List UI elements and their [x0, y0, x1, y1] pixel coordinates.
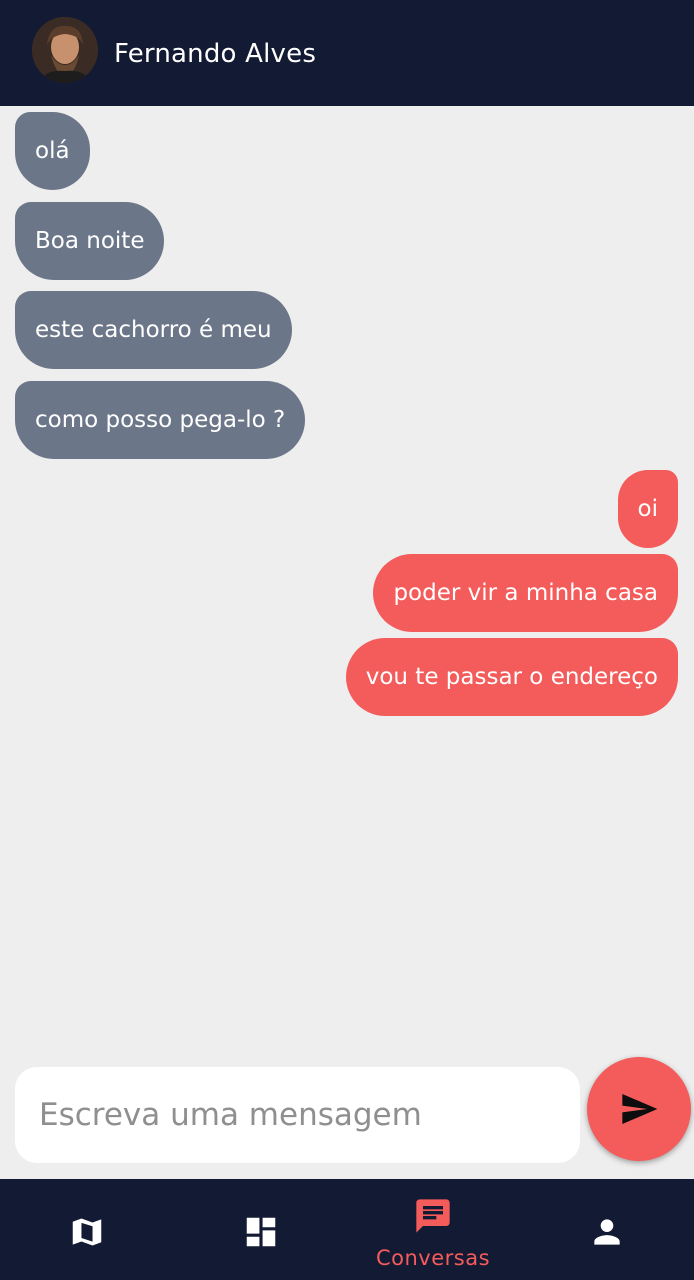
- message-bubble-incoming: olá: [15, 112, 90, 190]
- avatar-image: [32, 17, 98, 83]
- message-bubble-incoming: como posso pega-lo ?: [15, 381, 306, 459]
- contact-avatar[interactable]: [32, 17, 98, 83]
- message-bubble-outgoing: oi: [617, 470, 678, 548]
- nav-label-conversations: Conversas: [375, 1246, 491, 1270]
- message-list: olá Boa noite este cachorro é meu como p…: [0, 106, 694, 1056]
- contact-name: Fernando Alves: [114, 39, 317, 69]
- nav-item-dashboard[interactable]: [218, 1179, 304, 1280]
- message-input[interactable]: [15, 1067, 580, 1163]
- nav-item-map[interactable]: [44, 1179, 130, 1280]
- chat-screen: Fernando Alves olá Boa noite este cachor…: [0, 0, 694, 1280]
- dashboard-icon: [246, 1217, 276, 1247]
- bottom-navigation: Conversas: [0, 1179, 694, 1280]
- chat-icon: [416, 1199, 450, 1233]
- send-button[interactable]: [587, 1057, 691, 1161]
- nav-item-conversations[interactable]: Conversas: [364, 1179, 502, 1280]
- message-bubble-outgoing: vou te passar o endereço: [345, 638, 678, 716]
- person-icon: [594, 1219, 620, 1245]
- message-bubble-incoming: Boa noite: [15, 202, 165, 280]
- send-icon: [622, 1094, 658, 1124]
- chat-header: Fernando Alves: [0, 0, 694, 106]
- nav-item-profile[interactable]: [564, 1179, 650, 1280]
- message-bubble-outgoing: poder vir a minha casa: [373, 554, 678, 632]
- map-icon: [72, 1218, 102, 1246]
- message-bubble-incoming: este cachorro é meu: [15, 291, 292, 369]
